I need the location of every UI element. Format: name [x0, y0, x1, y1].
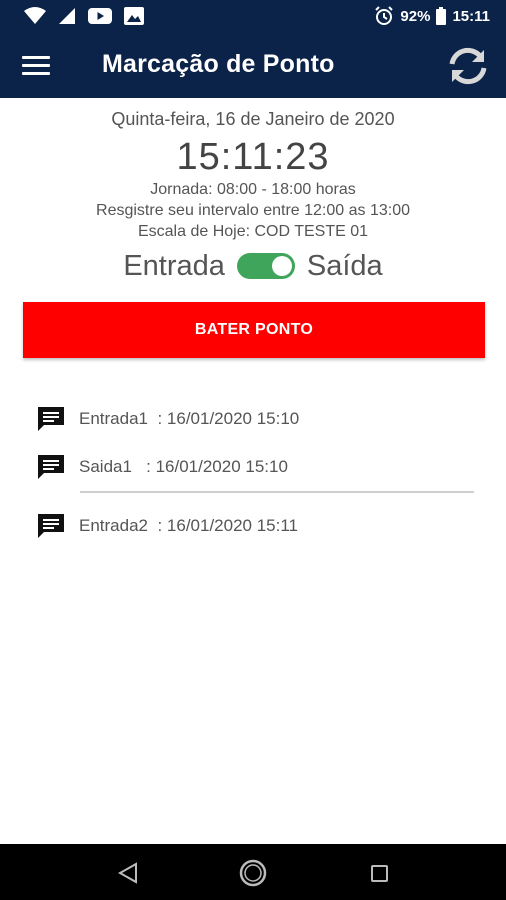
- list-item: Saida1 : 16/01/2020 15:10: [36, 453, 288, 481]
- status-bar: 92% 15:11: [0, 0, 506, 32]
- list-item: Entrada1 : 16/01/2020 15:10: [36, 405, 299, 433]
- menu-icon[interactable]: [22, 50, 58, 80]
- recent-apps-icon[interactable]: [371, 865, 388, 882]
- bater-ponto-button[interactable]: BATER PONTO: [23, 302, 485, 358]
- alarm-icon: [374, 6, 394, 26]
- home-icon[interactable]: [238, 858, 268, 888]
- toggle-label-entrada: Entrada: [123, 249, 225, 282]
- back-icon[interactable]: [116, 862, 140, 884]
- status-icons-right: 92% 15:11: [374, 6, 490, 26]
- record-label: Entrada1: [79, 409, 148, 428]
- entrada-saida-switch[interactable]: [236, 253, 295, 279]
- app-title: Marcação de Ponto: [102, 50, 335, 78]
- message-icon: [38, 455, 64, 479]
- record-value: 16/01/2020 15:10: [166, 409, 300, 428]
- status-time: 15:11: [452, 7, 490, 25]
- refresh-icon[interactable]: [446, 44, 490, 88]
- record-label: Saida1: [79, 457, 132, 476]
- divider: [80, 491, 474, 493]
- battery-percent: 92%: [400, 7, 431, 25]
- jornada-text: Jornada: 08:00 - 18:00 horas: [150, 181, 356, 198]
- status-icons-left: [24, 6, 144, 26]
- record-value: 16/01/2020 15:10: [155, 457, 288, 476]
- record-separator: :: [131, 457, 156, 476]
- gallery-icon: [124, 6, 144, 26]
- record-separator: :: [148, 516, 167, 535]
- entrada-saida-toggle-row: Entrada Saída: [0, 246, 506, 286]
- switch-knob: [271, 256, 292, 276]
- battery-icon: [436, 6, 447, 26]
- youtube-icon: [88, 6, 112, 26]
- toggle-label-saida: Saída: [306, 249, 383, 282]
- current-clock: 15:11:23: [176, 136, 330, 178]
- list-item: Entrada2 : 16/01/2020 15:11: [36, 512, 298, 540]
- intervalo-text: Resgistre seu intervalo entre 12:00 as 1…: [96, 202, 410, 219]
- message-icon: [38, 514, 64, 538]
- wifi-icon: [24, 6, 46, 26]
- message-icon: [38, 407, 64, 431]
- record-separator: :: [148, 409, 167, 428]
- record-label: Entrada2: [79, 516, 148, 535]
- record-value: 16/01/2020 15:11: [166, 516, 298, 535]
- system-nav-bar: [0, 844, 506, 900]
- app-bar: Marcação de Ponto: [0, 32, 506, 98]
- current-date: Quinta-feira, 16 de Janeiro de 2020: [111, 109, 395, 129]
- escala-text: Escala de Hoje: COD TESTE 01: [137, 223, 369, 240]
- signal-icon: [58, 6, 76, 26]
